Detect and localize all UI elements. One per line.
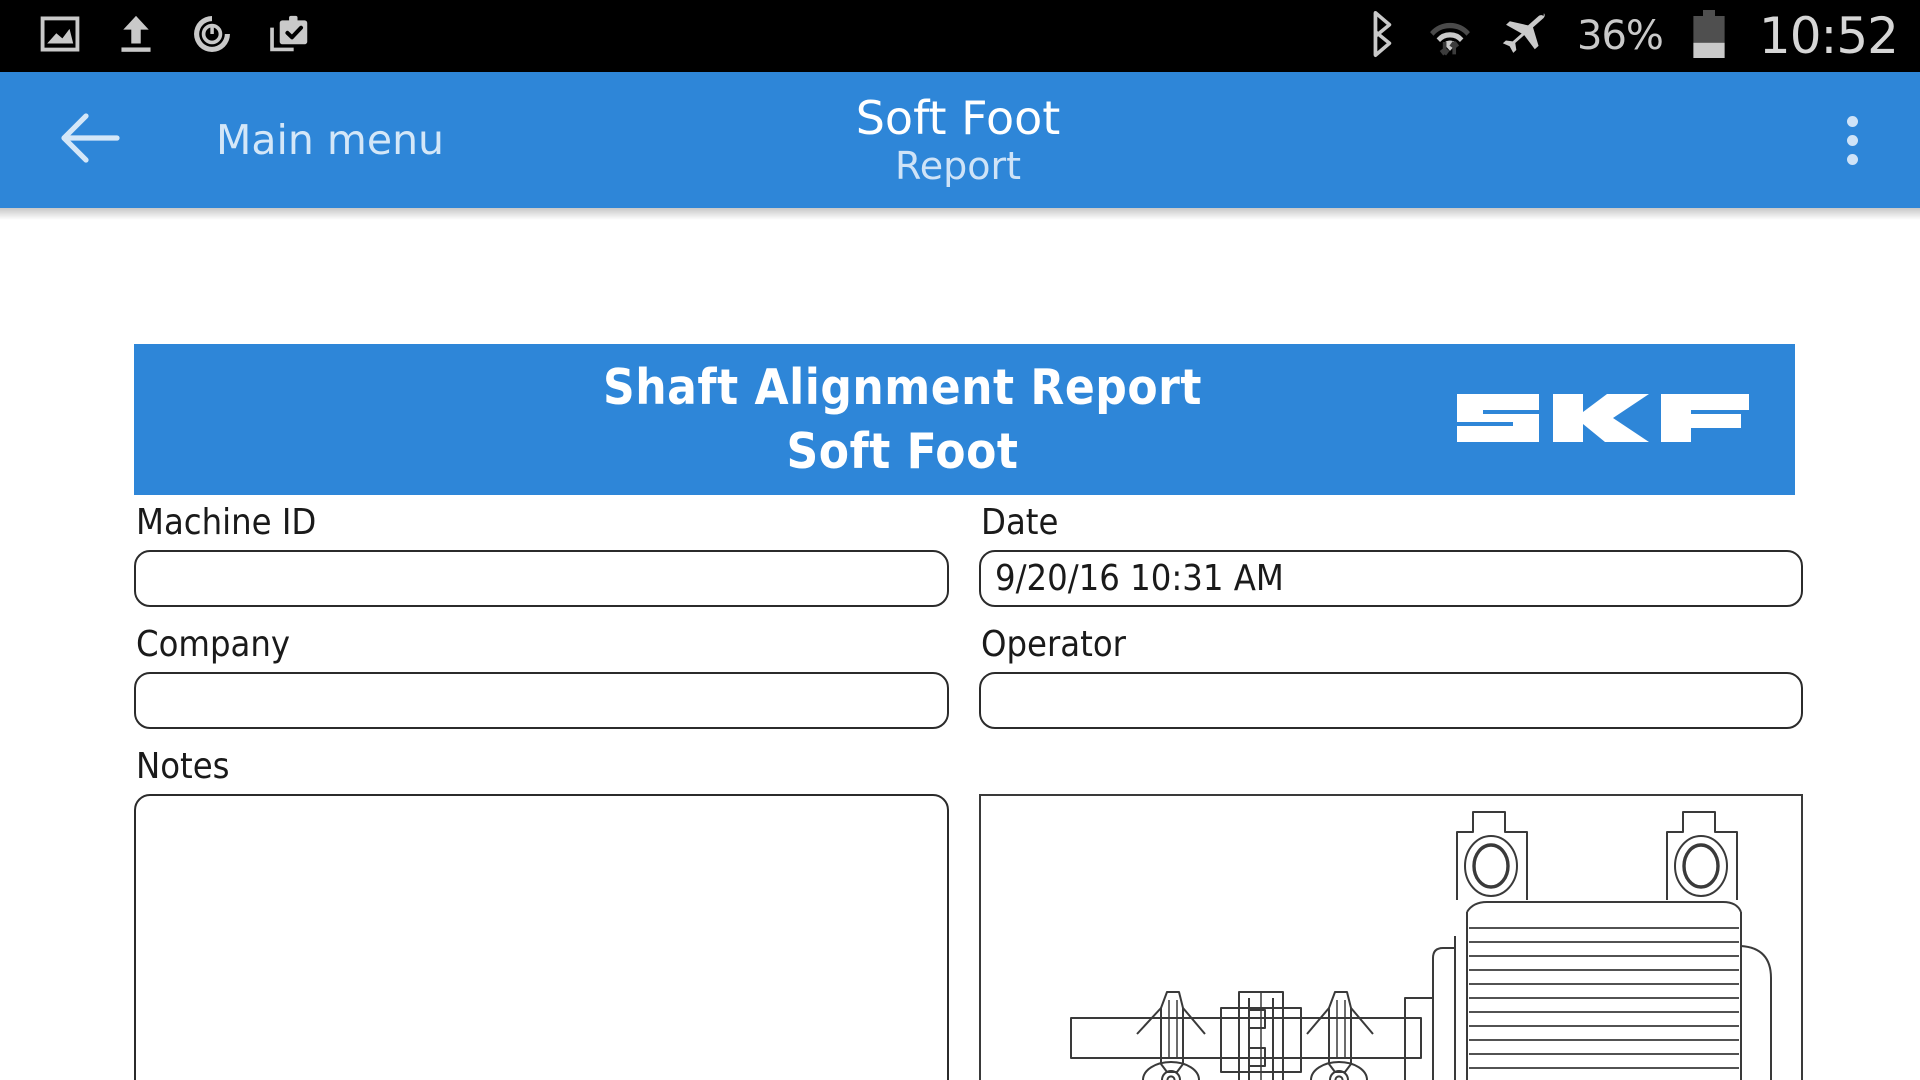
image-icon bbox=[38, 12, 82, 60]
android-status-bar: 36% 10:52 bbox=[0, 0, 1920, 72]
report-title-line1: Shaft Alignment Report bbox=[603, 358, 1202, 416]
operator-label: Operator bbox=[981, 624, 1126, 665]
machine-diagram-svg bbox=[1070, 811, 1772, 1080]
field-machine-diagram bbox=[979, 745, 1803, 1080]
overflow-menu-button[interactable] bbox=[1822, 72, 1882, 208]
app-root: 36% 10:52 Main menu Soft Foot Report Sha… bbox=[0, 0, 1920, 1080]
sync-progress-icon bbox=[190, 12, 234, 60]
wifi-icon bbox=[1427, 11, 1473, 61]
report-header-titles: Shaft Alignment Report Soft Foot bbox=[603, 356, 1202, 484]
overflow-menu-icon-dot2 bbox=[1846, 134, 1858, 146]
bluetooth-icon bbox=[1361, 10, 1401, 62]
report-form: Machine ID Date 9/20/16 10:31 AM Company… bbox=[134, 501, 1803, 1080]
company-input[interactable] bbox=[134, 672, 949, 729]
operator-input[interactable] bbox=[979, 672, 1803, 729]
page-title: Soft Foot bbox=[855, 91, 1061, 145]
report-title-line2: Soft Foot bbox=[786, 422, 1019, 480]
report-header-band: Shaft Alignment Report Soft Foot bbox=[134, 344, 1795, 495]
up-navigation-label[interactable]: Main menu bbox=[216, 72, 444, 208]
page-subtitle: Report bbox=[895, 144, 1021, 188]
notes-label: Notes bbox=[136, 746, 230, 787]
field-machine-id: Machine ID bbox=[134, 501, 949, 607]
company-label: Company bbox=[136, 624, 291, 665]
date-input[interactable]: 9/20/16 10:31 AM bbox=[979, 550, 1803, 607]
machine-id-input[interactable] bbox=[134, 550, 949, 607]
battery-percent-label: 36% bbox=[1577, 13, 1664, 59]
battery-icon bbox=[1689, 8, 1729, 64]
status-bar-system-icons: 36% 10:52 bbox=[1361, 0, 1899, 72]
clipboard-check-icon bbox=[268, 12, 312, 60]
field-company: Company bbox=[134, 623, 949, 729]
action-bar-shadow bbox=[0, 208, 1920, 220]
airplane-mode-icon bbox=[1499, 10, 1551, 62]
field-date: Date 9/20/16 10:31 AM bbox=[979, 501, 1803, 607]
overflow-menu-icon bbox=[1846, 115, 1858, 127]
status-bar-notification-icons bbox=[38, 12, 312, 60]
overflow-menu-icon-dot3 bbox=[1846, 153, 1858, 165]
machine-id-label: Machine ID bbox=[136, 502, 317, 543]
back-button[interactable] bbox=[56, 72, 126, 208]
field-notes: Notes bbox=[134, 745, 949, 1080]
report-sheet: Shaft Alignment Report Soft Foot bbox=[134, 344, 1795, 495]
back-arrow-icon bbox=[57, 108, 125, 172]
field-operator: Operator bbox=[979, 623, 1803, 729]
machine-shaft-alignment-diagram bbox=[979, 794, 1803, 1080]
diagram-spacer-label bbox=[981, 745, 1803, 789]
status-bar-clock: 10:52 bbox=[1758, 7, 1899, 65]
skf-logo bbox=[1453, 380, 1753, 460]
notes-input[interactable] bbox=[134, 794, 949, 1080]
date-label: Date bbox=[981, 502, 1059, 543]
upload-icon bbox=[116, 12, 156, 60]
app-action-bar: Main menu Soft Foot Report bbox=[0, 72, 1920, 208]
